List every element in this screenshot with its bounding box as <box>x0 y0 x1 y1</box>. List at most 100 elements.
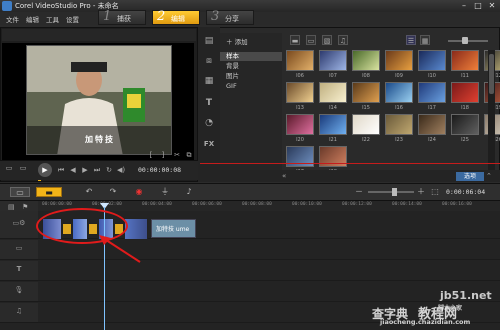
menu-tools[interactable]: 工具 <box>46 14 59 24</box>
zoom-slider[interactable] <box>368 191 414 193</box>
timeline-view-icon[interactable]: ▬ <box>36 187 62 197</box>
zoom-out-icon[interactable]: － <box>352 187 366 197</box>
expand-icon[interactable]: « <box>282 172 286 180</box>
step-number: 2 <box>157 9 166 24</box>
folder-gif[interactable]: GIF <box>220 82 282 91</box>
library-thumbnail[interactable] <box>385 114 413 135</box>
fit-project-icon[interactable]: ⬚ <box>428 187 442 197</box>
library-thumbnail[interactable] <box>385 50 413 71</box>
options-button[interactable]: 选项 <box>456 172 484 181</box>
title-clip[interactable]: 加特技 ume <box>151 219 196 238</box>
step-label: 分享 <box>225 15 239 23</box>
video-track-icon[interactable]: ▭⚙ <box>10 219 28 231</box>
music-track-icon[interactable]: ♫ <box>10 307 28 319</box>
library-thumbnail[interactable] <box>418 50 446 71</box>
menu-file[interactable]: 文件 <box>6 14 19 24</box>
end-icon[interactable]: ⏭ <box>92 165 102 175</box>
thumbnail-label: I22 <box>362 137 370 143</box>
repeat-icon[interactable]: ↻ <box>104 165 114 175</box>
title-track-icon[interactable]: T <box>10 265 28 277</box>
mark-out-button[interactable]: ] <box>158 150 168 160</box>
filter-icon[interactable]: ◔ <box>202 118 216 130</box>
library-thumbnail[interactable] <box>451 114 479 135</box>
maximize-button[interactable]: □ <box>472 1 484 11</box>
step-tabs: 1 捕获 2 编辑 3 分享 <box>98 9 298 25</box>
list-view-icon[interactable]: ☰ <box>406 35 416 45</box>
library-thumbnail[interactable] <box>286 50 314 71</box>
library-scrollbar[interactable] <box>488 50 495 170</box>
transition-icon[interactable]: ⧈ <box>202 56 216 68</box>
library-thumbnail[interactable] <box>286 114 314 135</box>
watermark-url: jiaocheng.chazidian.com <box>380 318 471 326</box>
voice-track[interactable] <box>38 282 500 302</box>
redo-icon[interactable]: ↷ <box>106 187 120 197</box>
ruler-label: 00:00:10:00 <box>292 202 322 207</box>
zoom-in-icon[interactable]: ＋ <box>414 187 428 197</box>
media-icon[interactable]: ▤ <box>202 36 216 48</box>
video-caption: 加特技 <box>85 135 115 144</box>
photo-filter-icon[interactable]: ▧ <box>322 35 332 45</box>
prev-frame-icon[interactable]: ◀ <box>68 165 78 175</box>
thumbnail-label: I13 <box>296 105 304 111</box>
library-thumbnail[interactable] <box>451 82 479 103</box>
fx-icon[interactable]: FX <box>202 140 216 152</box>
audio-filter-icon[interactable]: ♫ <box>338 35 348 45</box>
library-thumbnail[interactable] <box>451 50 479 71</box>
storyboard-view-icon[interactable]: ▭ <box>10 187 30 197</box>
close-button[interactable]: ✕ <box>486 1 498 11</box>
timecode[interactable]: 00:00:00:08 <box>138 166 181 174</box>
volume-icon[interactable]: ◀) <box>116 165 126 175</box>
thumb-size-slider[interactable] <box>448 40 488 42</box>
minimize-button[interactable]: – <box>458 1 470 11</box>
title-icon[interactable]: T <box>202 98 216 110</box>
folder-background[interactable]: 背景 <box>220 62 282 71</box>
library-thumbnail[interactable] <box>352 50 380 71</box>
folder-image[interactable]: 图片 <box>220 72 282 81</box>
mixer-icon[interactable]: ⏚ <box>158 187 172 197</box>
collapse-icon[interactable]: ⌃ <box>486 172 492 180</box>
project-mode-icon[interactable]: ▭ <box>4 163 14 173</box>
slider-handle[interactable] <box>462 37 468 44</box>
thumbnail-label: I10 <box>428 73 436 79</box>
library-thumbnail[interactable] <box>385 82 413 103</box>
zoom-handle[interactable] <box>392 188 397 196</box>
scroll-thumb[interactable] <box>489 54 494 94</box>
thumb-view-icon[interactable]: ▦ <box>420 35 430 45</box>
enlarge-icon[interactable]: ⧉ <box>184 150 194 160</box>
timeline-ruler[interactable]: 00:00:00:00 00:00:02:00 00:00:04:00 00:0… <box>38 201 500 211</box>
library-thumbnail[interactable] <box>286 82 314 103</box>
tab-share[interactable]: 3 分享 <box>206 9 254 25</box>
folder-samples[interactable]: 样本 <box>220 52 282 61</box>
voice-track-icon[interactable]: 🎙 <box>10 286 28 298</box>
library-thumbnail[interactable] <box>418 114 446 135</box>
chapter-icon[interactable]: ⚑ <box>22 203 28 211</box>
red-guideline <box>200 163 500 164</box>
folder-open-icon[interactable]: ▬ <box>290 35 300 45</box>
project-duration: 0:00:06:04 <box>446 188 486 196</box>
library-thumbnail[interactable] <box>319 82 347 103</box>
home-icon[interactable]: ⏮ <box>56 165 66 175</box>
mark-in-button[interactable]: [ <box>146 150 156 160</box>
tab-edit[interactable]: 2 编辑 <box>152 9 200 25</box>
library-thumbnail[interactable] <box>418 82 446 103</box>
library-thumbnail[interactable] <box>319 114 347 135</box>
menu-settings[interactable]: 设置 <box>66 14 79 24</box>
auto-music-icon[interactable]: ♪ <box>182 187 196 197</box>
undo-icon[interactable]: ↶ <box>82 187 96 197</box>
split-icon[interactable]: ✂ <box>172 150 182 160</box>
play-button[interactable]: ▶ <box>38 163 52 177</box>
library-thumbnail[interactable] <box>352 114 380 135</box>
graphic-icon[interactable]: ▦ <box>202 76 216 88</box>
menu-edit[interactable]: 编辑 <box>26 14 39 24</box>
next-frame-icon[interactable]: ▶ <box>80 165 90 175</box>
library-thumbnail[interactable] <box>352 82 380 103</box>
tab-capture[interactable]: 1 捕获 <box>98 9 146 25</box>
clip-mode-icon[interactable]: ▭ <box>18 163 28 173</box>
add-folder-button[interactable]: ＋ 添加 <box>226 36 248 46</box>
library-thumbnail[interactable] <box>319 50 347 71</box>
overlay-track-icon[interactable]: ▭ <box>10 244 28 256</box>
video-filter-icon[interactable]: ▭ <box>306 35 316 45</box>
record-icon[interactable]: ◉ <box>132 187 146 197</box>
track-manager-icon[interactable]: ▤ <box>8 203 15 211</box>
thumbnail-label: I25 <box>461 137 469 143</box>
